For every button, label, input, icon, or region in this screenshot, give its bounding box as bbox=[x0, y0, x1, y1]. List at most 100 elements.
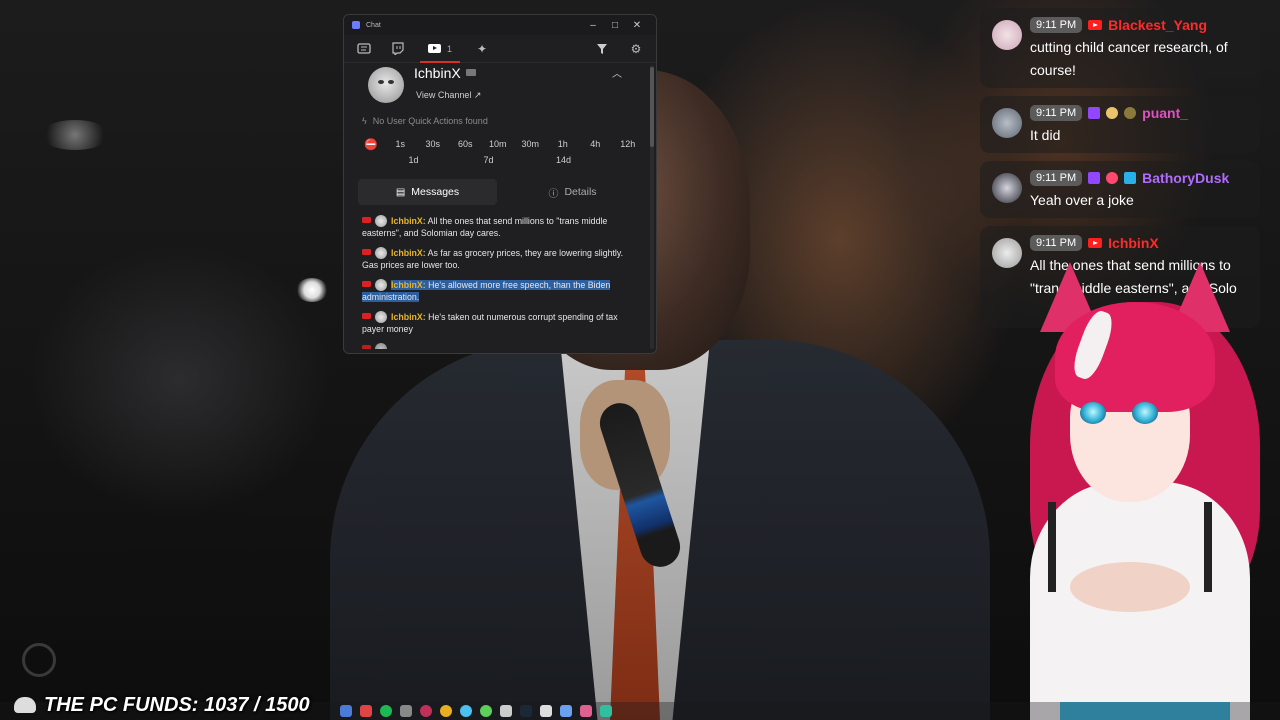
minimize-icon[interactable]: – bbox=[582, 20, 604, 31]
info-icon: ⓘ bbox=[548, 188, 559, 200]
taskbar-app-icon[interactable] bbox=[460, 705, 472, 717]
chevron-up-icon[interactable]: ︿ bbox=[612, 65, 622, 80]
list-item-selected[interactable]: IchbinX: He's allowed more free speech, … bbox=[358, 275, 640, 307]
tab-details[interactable]: ⓘ Details bbox=[503, 179, 642, 205]
tab-messages[interactable]: ▤ Messages bbox=[358, 179, 497, 205]
message-list[interactable]: IchbinX: All the ones that send millions… bbox=[344, 211, 656, 349]
youtube-icon bbox=[362, 313, 371, 319]
window-title: Chat bbox=[366, 21, 381, 29]
overlay-message-header: 9:11 PM puant_ bbox=[1030, 102, 1250, 124]
timeout-12h[interactable]: 12h bbox=[612, 139, 645, 149]
quick-actions-notice: ϟ No User Quick Actions found bbox=[344, 111, 656, 131]
quick-actions-text: No User Quick Actions found bbox=[372, 116, 488, 126]
timeout-4h[interactable]: 4h bbox=[579, 139, 612, 149]
overlay-message-text: Yeah over a joke bbox=[1030, 192, 1134, 208]
list-item[interactable]: IchbinX: He's taken out numerous corrupt… bbox=[358, 307, 640, 339]
sub-badge-icon bbox=[1124, 172, 1137, 184]
taskbar-app-icon[interactable] bbox=[420, 705, 432, 717]
taskbar-app-icon[interactable] bbox=[400, 705, 412, 717]
spotify-icon[interactable] bbox=[380, 705, 392, 717]
overlay-username: Blackest_Yang bbox=[1108, 17, 1207, 33]
tab-messages-label: Messages bbox=[411, 186, 460, 198]
overlay-message-text: It did bbox=[1030, 127, 1061, 143]
sparkle-icon[interactable]: ✦ bbox=[472, 39, 492, 59]
list-item[interactable]: IchbinX: All the ones that send millions… bbox=[358, 211, 640, 243]
timeout-1s[interactable]: 1s bbox=[384, 139, 417, 149]
timeout-7d[interactable]: 7d bbox=[451, 155, 526, 175]
chat-toolbar: 1 ✦ ⚙ bbox=[344, 35, 656, 63]
timestamp: 9:11 PM bbox=[1030, 235, 1083, 251]
gear-icon[interactable]: ⚙ bbox=[626, 39, 646, 59]
message-username[interactable]: IchbinX: bbox=[391, 280, 426, 290]
chat-window[interactable]: Chat – □ ✕ 1 ✦ ⚙ IchbinX View Channel ↗ … bbox=[343, 14, 657, 354]
twitch-icon[interactable] bbox=[388, 39, 408, 59]
funds-banner: THE PC FUNDS: 1037 / 1500 bbox=[14, 690, 310, 720]
taskbar-app-icon[interactable] bbox=[340, 705, 352, 717]
youtube-badge-icon bbox=[466, 69, 476, 76]
vtuber-strap-right bbox=[1204, 502, 1212, 592]
timeout-10m[interactable]: 10m bbox=[482, 139, 515, 149]
timeout-30m[interactable]: 30m bbox=[514, 139, 547, 149]
overlay-message: 9:11 PM puant_ It did bbox=[980, 96, 1260, 153]
steam-icon[interactable] bbox=[520, 705, 532, 717]
timeout-60s[interactable]: 60s bbox=[449, 139, 482, 149]
taskbar-app-icon[interactable] bbox=[560, 705, 572, 717]
timeout-1d[interactable]: 1d bbox=[376, 155, 451, 175]
youtube-icon bbox=[362, 249, 371, 255]
youtube-tab[interactable]: 1 bbox=[419, 42, 461, 63]
close-icon[interactable]: ✕ bbox=[626, 20, 648, 31]
timeout-row-2: 1d 7d 14d bbox=[358, 155, 644, 175]
user-card-tabs: ▤ Messages ⓘ Details bbox=[358, 179, 642, 205]
heart-badge-icon bbox=[1106, 172, 1119, 184]
watermark-logo bbox=[22, 640, 192, 680]
message-username[interactable]: IchbinX: bbox=[391, 216, 426, 226]
chat-messages-icon[interactable] bbox=[354, 39, 374, 59]
filter-icon[interactable] bbox=[592, 39, 612, 59]
message-username[interactable]: IchbinX: bbox=[391, 312, 426, 322]
avatar bbox=[992, 173, 1022, 203]
twitch-icon bbox=[1088, 107, 1101, 119]
vtuber-eye-left bbox=[1080, 402, 1106, 424]
list-item[interactable]: IchbinX: As far as grocery prices, they … bbox=[358, 243, 640, 275]
overlay-username: BathoryDusk bbox=[1142, 170, 1230, 186]
youtube-icon bbox=[1088, 238, 1103, 248]
maximize-icon[interactable]: □ bbox=[604, 20, 626, 31]
taskbar-app-icon[interactable] bbox=[480, 705, 492, 717]
message-icon: ▤ bbox=[395, 186, 406, 198]
app-icon bbox=[352, 21, 360, 29]
vtuber-avatar bbox=[1000, 262, 1280, 720]
watermark-circle bbox=[22, 643, 56, 677]
list-item-partial[interactable] bbox=[358, 339, 640, 349]
avatar bbox=[375, 247, 387, 259]
timeout-14d[interactable]: 14d bbox=[526, 155, 601, 175]
overlay-username: puant_ bbox=[1142, 105, 1189, 121]
overlay-message-header: 9:11 PM IchbinX bbox=[1030, 232, 1250, 254]
twitch-icon bbox=[1088, 172, 1101, 184]
user-card: IchbinX View Channel ↗ ︿ bbox=[344, 63, 656, 111]
taskbar-app-icon[interactable] bbox=[500, 705, 512, 717]
overlay-username: IchbinX bbox=[1108, 235, 1159, 251]
timeout-30s[interactable]: 30s bbox=[417, 139, 450, 149]
ban-icon[interactable]: ⛔ bbox=[358, 138, 384, 151]
background-light bbox=[40, 120, 110, 150]
overlay-message: 9:11 PM Blackest_Yang cutting child canc… bbox=[980, 8, 1260, 88]
chrome-icon[interactable] bbox=[440, 705, 452, 717]
timestamp: 9:11 PM bbox=[1030, 170, 1083, 186]
avatar bbox=[375, 215, 387, 227]
funds-text: THE PC FUNDS: 1037 / 1500 bbox=[44, 693, 310, 716]
timeout-1h[interactable]: 1h bbox=[547, 139, 580, 149]
vtuber-top-cutout bbox=[1070, 562, 1190, 612]
avatar bbox=[375, 311, 387, 323]
message-username[interactable]: IchbinX: bbox=[391, 248, 426, 258]
overlay-message: 9:11 PM BathoryDusk Yeah over a joke bbox=[980, 161, 1260, 218]
tab-details-label: Details bbox=[564, 186, 597, 198]
user-card-username: IchbinX bbox=[414, 65, 461, 81]
taskbar-app-icon[interactable] bbox=[580, 705, 592, 717]
view-channel-link[interactable]: View Channel ↗ bbox=[416, 90, 481, 101]
taskbar-app-icon[interactable] bbox=[540, 705, 552, 717]
window-titlebar[interactable]: Chat – □ ✕ bbox=[344, 15, 656, 35]
taskbar-app-icon[interactable] bbox=[600, 705, 612, 717]
taskbar-app-icon[interactable] bbox=[360, 705, 372, 717]
avatar bbox=[992, 20, 1022, 50]
timestamp: 9:11 PM bbox=[1030, 17, 1083, 33]
